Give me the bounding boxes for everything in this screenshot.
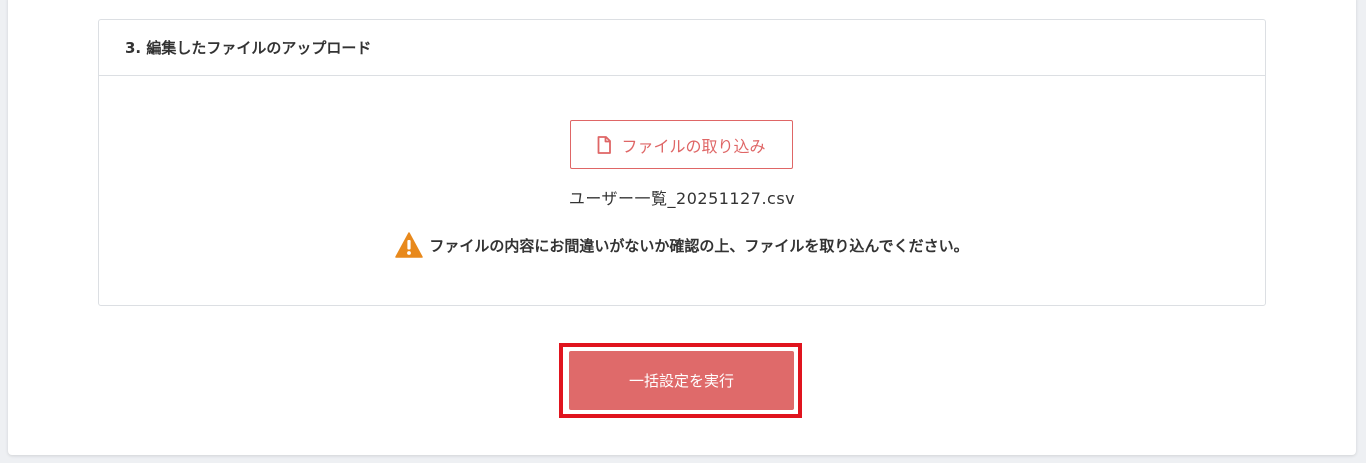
upload-section-panel: 3. 編集したファイルのアップロード ファイルの取り込み ユーザー一覧_2025… <box>98 19 1266 306</box>
warning-icon <box>395 232 424 258</box>
warning-message: ファイルの内容にお間違いがないか確認の上、ファイルを取り込んでください。 <box>99 232 1265 258</box>
warning-text: ファイルの内容にお間違いがないか確認の上、ファイルを取り込んでください。 <box>429 236 969 255</box>
import-file-button-label: ファイルの取り込み <box>621 136 766 156</box>
section-title: 3. 編集したファイルのアップロード <box>99 20 1265 76</box>
execute-bulk-settings-button[interactable]: 一括設定を実行 <box>569 351 794 410</box>
file-icon <box>597 135 612 154</box>
import-file-button[interactable]: ファイルの取り込み <box>570 120 793 169</box>
selected-file-name: ユーザー一覧_20251127.csv <box>568 189 796 208</box>
